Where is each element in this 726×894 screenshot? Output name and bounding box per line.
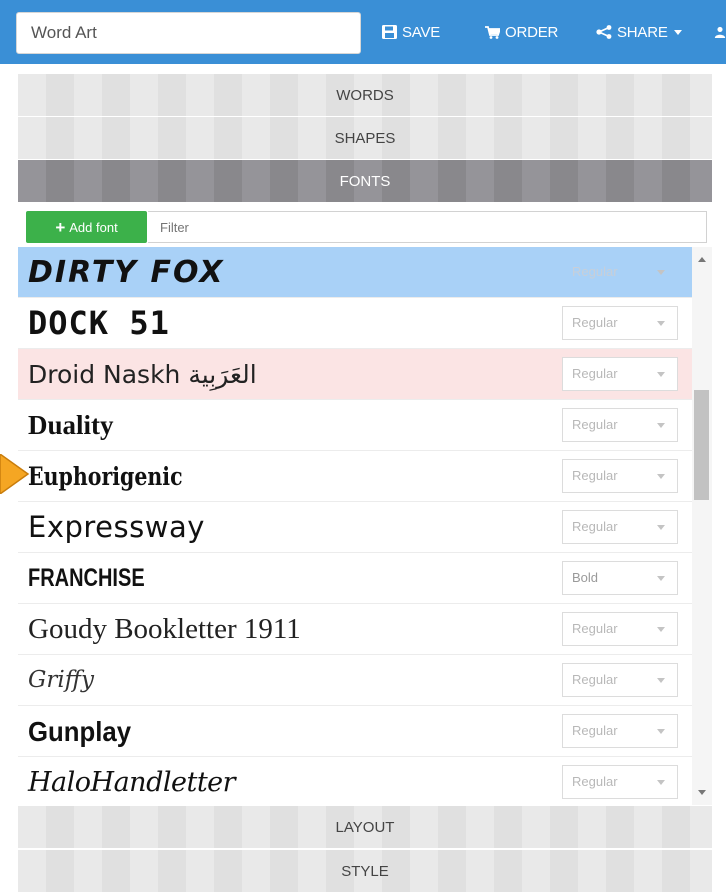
font-name: Droid Naskh العَرَبِية bbox=[28, 349, 257, 400]
font-name: Expressway bbox=[28, 510, 205, 544]
font-style-value: Regular bbox=[572, 366, 618, 381]
font-name: DOCK 51 bbox=[28, 304, 170, 342]
save-label: SAVE bbox=[402, 23, 441, 41]
section-style-header[interactable]: STYLE bbox=[18, 850, 712, 892]
font-list: DIRTY FOX Regular DOCK 51 Regular Droid … bbox=[18, 247, 692, 805]
font-style-select[interactable]: Regular bbox=[562, 612, 678, 646]
floppy-icon bbox=[382, 25, 397, 39]
artwork-title-input[interactable] bbox=[16, 12, 361, 54]
font-style-value: Regular bbox=[572, 468, 618, 483]
font-name-arabic: العَرَبِية bbox=[188, 360, 257, 389]
section-fonts-header[interactable]: FONTS bbox=[18, 160, 712, 202]
section-layout-label: LAYOUT bbox=[335, 818, 395, 836]
pointer-arrow-icon bbox=[0, 454, 30, 494]
font-row-gunplay[interactable]: Gunplay Regular bbox=[18, 706, 692, 757]
font-name: Griffy bbox=[28, 667, 95, 693]
font-style-value: Regular bbox=[572, 519, 618, 534]
font-name-latin: Droid Naskh bbox=[28, 360, 181, 389]
font-row-franchise[interactable]: FRANCHISE Bold bbox=[18, 553, 692, 604]
font-row-duality[interactable]: Duality Regular bbox=[18, 400, 692, 451]
chevron-down-icon bbox=[657, 729, 665, 734]
font-row-griffy[interactable]: Griffy Regular bbox=[18, 655, 692, 706]
chevron-down-icon bbox=[657, 525, 665, 530]
font-style-value: Regular bbox=[572, 672, 618, 687]
font-style-value: Regular bbox=[572, 723, 618, 738]
font-style-value: Regular bbox=[572, 621, 618, 636]
font-style-select[interactable]: Regular bbox=[562, 714, 678, 748]
section-shapes-label: SHAPES bbox=[334, 129, 396, 147]
font-style-value: Regular bbox=[572, 315, 618, 330]
share-icon bbox=[596, 25, 612, 39]
share-button[interactable]: SHARE bbox=[596, 0, 682, 64]
font-row-goudy-bookletter[interactable]: Goudy Bookletter 1911 Regular bbox=[18, 604, 692, 655]
plus-icon: + bbox=[55, 217, 66, 237]
font-style-value: Bold bbox=[572, 570, 599, 585]
font-filter-input[interactable] bbox=[148, 211, 707, 243]
add-font-button[interactable]: + Add font bbox=[26, 211, 147, 243]
chevron-down-icon bbox=[657, 627, 665, 632]
chevron-down-icon bbox=[657, 576, 665, 581]
scroll-up-arrow-icon[interactable] bbox=[698, 257, 706, 262]
font-style-value: Regular bbox=[572, 264, 618, 279]
cart-icon bbox=[485, 25, 500, 39]
font-name: DIRTY FOX bbox=[28, 255, 225, 290]
font-name: HaloHandletter bbox=[28, 767, 236, 798]
chevron-down-icon bbox=[657, 780, 665, 785]
section-layout-header[interactable]: LAYOUT bbox=[18, 806, 712, 848]
font-name: Euphorigenic bbox=[28, 462, 183, 491]
font-row-dock-51[interactable]: DOCK 51 Regular bbox=[18, 298, 692, 349]
order-label: ORDER bbox=[505, 23, 559, 41]
font-style-value: Regular bbox=[572, 774, 618, 789]
font-style-select[interactable]: Regular bbox=[562, 663, 678, 697]
font-list-scrollbar[interactable] bbox=[692, 247, 712, 805]
font-style-select[interactable]: Regular bbox=[562, 306, 678, 340]
top-toolbar: SAVE ORDER SHARE bbox=[0, 0, 726, 64]
order-button[interactable]: ORDER bbox=[485, 0, 558, 64]
font-name: Duality bbox=[28, 410, 114, 440]
save-button[interactable]: SAVE bbox=[382, 0, 440, 64]
font-style-select[interactable]: Regular bbox=[562, 765, 678, 799]
font-style-select[interactable]: Regular bbox=[562, 459, 678, 493]
font-style-value: Regular bbox=[572, 417, 618, 432]
font-row-droid-naskh[interactable]: Droid Naskh العَرَبِية Regular bbox=[18, 349, 692, 400]
font-row-expressway[interactable]: Expressway Regular bbox=[18, 502, 692, 553]
font-name: FRANCHISE bbox=[28, 564, 145, 592]
share-label: SHARE bbox=[617, 23, 668, 41]
font-style-select[interactable]: Regular bbox=[562, 255, 678, 289]
font-style-select[interactable]: Bold bbox=[562, 561, 678, 595]
chevron-down-icon bbox=[673, 29, 682, 35]
chevron-down-icon bbox=[657, 474, 665, 479]
font-row-euphorigenic[interactable]: Euphorigenic Regular bbox=[18, 451, 692, 502]
font-style-select[interactable]: Regular bbox=[562, 408, 678, 442]
chevron-down-icon bbox=[657, 423, 665, 428]
section-style-label: STYLE bbox=[341, 862, 389, 880]
more-button[interactable] bbox=[714, 0, 726, 64]
chevron-down-icon bbox=[657, 372, 665, 377]
font-name: Goudy Bookletter 1911 bbox=[28, 613, 301, 645]
section-fonts-label: FONTS bbox=[339, 172, 391, 190]
scroll-down-arrow-icon[interactable] bbox=[698, 790, 706, 795]
font-style-select[interactable]: Regular bbox=[562, 510, 678, 544]
font-row-halohandletter[interactable]: HaloHandletter Regular bbox=[18, 757, 692, 805]
section-shapes-header[interactable]: SHAPES bbox=[18, 117, 712, 159]
add-font-label: Add font bbox=[69, 219, 118, 235]
chevron-down-icon bbox=[657, 678, 665, 683]
chevron-down-icon bbox=[657, 270, 665, 275]
section-words-label: WORDS bbox=[336, 86, 394, 104]
section-words-header[interactable]: WORDS bbox=[18, 74, 712, 116]
font-name: Gunplay bbox=[28, 716, 132, 747]
user-icon bbox=[714, 26, 726, 38]
chevron-down-icon bbox=[657, 321, 665, 326]
scrollbar-thumb[interactable] bbox=[694, 390, 709, 500]
font-row-dirty-fox[interactable]: DIRTY FOX Regular bbox=[18, 247, 692, 298]
font-style-select[interactable]: Regular bbox=[562, 357, 678, 391]
